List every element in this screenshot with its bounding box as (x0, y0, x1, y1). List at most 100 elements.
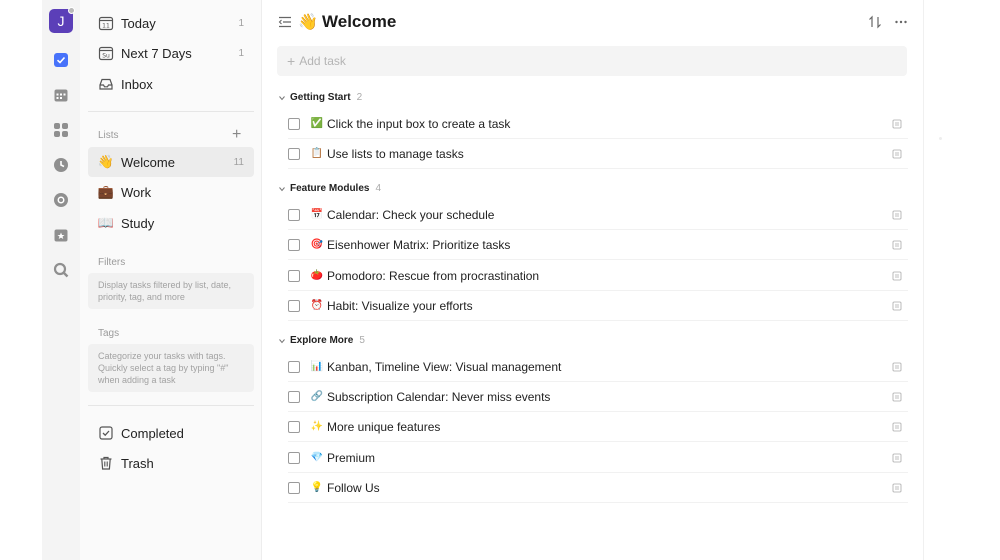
task-title[interactable]: Pomodoro: Rescue from procrastination (327, 269, 892, 283)
link-icon: 🔗 (310, 391, 324, 402)
sidebar-item-completed[interactable]: Completed (88, 418, 254, 448)
calendar-icon[interactable] (53, 87, 69, 103)
task-row[interactable]: 🎯 Eisenhower Matrix: Prioritize tasks (288, 230, 908, 260)
note-icon (892, 149, 902, 158)
task-checkbox[interactable] (288, 481, 300, 494)
task-row[interactable]: 📋 Use lists to manage tasks (288, 139, 908, 169)
task-title[interactable]: Use lists to manage tasks (327, 147, 892, 161)
task-row[interactable]: ✅ Click the input box to create a task (288, 109, 908, 139)
tags-hint: Categorize your tasks with tags. Quickly… (88, 344, 254, 392)
task-row[interactable]: 💡 Follow Us (288, 473, 908, 503)
note-icon (892, 392, 902, 401)
group-count: 5 (359, 335, 365, 346)
chevron-down-icon (279, 338, 285, 343)
calendar-day-icon: 11 (98, 16, 114, 31)
sidebar: 11 Today 1 Su Next 7 Days 1 Inbox Lists … (80, 0, 262, 560)
group-header-feature-modules[interactable]: Feature Modules 4 (277, 183, 381, 194)
sidebar-item-label: Trash (121, 455, 154, 471)
more-options-icon[interactable] (894, 15, 908, 29)
svg-text:11: 11 (102, 23, 110, 30)
clipboard-icon: 📋 (310, 148, 324, 159)
sidebar-item-count: 1 (238, 47, 244, 59)
task-checkbox[interactable] (288, 451, 300, 464)
sidebar-item-work[interactable]: 💼 Work (88, 177, 254, 207)
countdown-icon[interactable] (53, 227, 69, 243)
add-list-button[interactable]: + (232, 127, 241, 143)
add-icon: + (287, 53, 296, 69)
note-icon (892, 301, 902, 310)
note-icon (892, 210, 902, 219)
task-row[interactable]: 📅 Calendar: Check your schedule (288, 200, 908, 230)
task-checkbox[interactable] (288, 208, 300, 221)
note-icon (892, 362, 902, 371)
check-mark-icon: ✅ (310, 118, 324, 129)
sidebar-divider (88, 111, 254, 112)
page-title: Welcome (322, 12, 397, 31)
book-icon: 📖 (97, 215, 115, 230)
task-checkbox[interactable] (288, 117, 300, 130)
task-icon[interactable] (53, 52, 69, 68)
task-checkbox[interactable] (288, 390, 300, 403)
task-checkbox[interactable] (288, 269, 300, 282)
calendar-week-icon: Su (98, 46, 114, 61)
task-checkbox[interactable] (288, 238, 300, 251)
task-row[interactable]: 💎 Premium (288, 443, 908, 473)
empty-state-dot (939, 137, 942, 140)
note-icon (892, 483, 902, 492)
note-icon (892, 271, 902, 280)
task-title[interactable]: Eisenhower Matrix: Prioritize tasks (327, 238, 892, 252)
sidebar-item-trash[interactable]: Trash (88, 448, 254, 478)
sidebar-item-welcome[interactable]: 👋 Welcome 11 (88, 147, 254, 177)
completed-check-icon (99, 426, 113, 440)
task-title[interactable]: Click the input box to create a task (327, 117, 892, 131)
sidebar-item-label: Study (121, 215, 155, 231)
task-row[interactable]: ⏰ Habit: Visualize your efforts (288, 291, 908, 321)
task-title[interactable]: Kanban, Timeline View: Visual management (327, 360, 892, 374)
task-row[interactable]: 🍅 Pomodoro: Rescue from procrastination (288, 261, 908, 291)
light-bulb-icon: 💡 (310, 482, 324, 493)
matrix-icon[interactable] (53, 122, 69, 138)
task-title[interactable]: Premium (327, 451, 892, 465)
group-header-getting-start[interactable]: Getting Start 2 (277, 92, 362, 103)
trash-icon (100, 456, 112, 470)
sidebar-item-label: Today (121, 15, 156, 31)
add-task-input[interactable] (299, 54, 880, 68)
task-row[interactable]: ✨ More unique features (288, 412, 908, 442)
task-title[interactable]: Follow Us (327, 481, 892, 495)
app-rail: J (42, 0, 80, 560)
task-title[interactable]: More unique features (327, 420, 892, 434)
search-icon[interactable] (53, 262, 69, 278)
task-title[interactable]: Subscription Calendar: Never miss events (327, 390, 892, 404)
sidebar-item-today[interactable]: 11 Today 1 (88, 8, 254, 38)
task-checkbox[interactable] (288, 299, 300, 312)
collapse-sidebar-icon[interactable] (278, 15, 292, 29)
avatar-status-dot (68, 7, 75, 14)
add-task-bar[interactable]: + (277, 46, 907, 76)
pomodoro-icon[interactable] (53, 157, 69, 173)
sidebar-item-next-7-days[interactable]: Su Next 7 Days 1 (88, 38, 254, 68)
task-title[interactable]: Calendar: Check your schedule (327, 208, 892, 222)
note-icon (892, 422, 902, 431)
task-row[interactable]: 🔗 Subscription Calendar: Never miss even… (288, 382, 908, 412)
task-checkbox[interactable] (288, 420, 300, 433)
chevron-down-icon (279, 186, 285, 191)
sidebar-item-label: Work (121, 184, 152, 200)
sidebar-item-count: 11 (233, 156, 244, 168)
sidebar-item-study[interactable]: 📖 Study (88, 208, 254, 238)
habit-icon[interactable] (53, 192, 69, 208)
sidebar-item-label: Next 7 Days (121, 45, 192, 61)
group-name: Explore More (290, 335, 354, 346)
group-name: Getting Start (290, 92, 351, 103)
task-row[interactable]: 📊 Kanban, Timeline View: Visual manageme… (288, 352, 908, 382)
group-header-explore-more[interactable]: Explore More 5 (277, 335, 365, 346)
group-name: Feature Modules (290, 183, 370, 194)
sidebar-item-inbox[interactable]: Inbox (88, 69, 254, 99)
task-checkbox[interactable] (288, 147, 300, 160)
sort-icon[interactable] (868, 15, 882, 29)
inbox-icon (99, 78, 113, 90)
group-count: 2 (356, 92, 363, 103)
task-checkbox[interactable] (288, 360, 300, 373)
sidebar-divider (88, 405, 254, 406)
list-emoji-icon: 👋 (298, 14, 318, 31)
task-title[interactable]: Habit: Visualize your efforts (327, 299, 892, 313)
